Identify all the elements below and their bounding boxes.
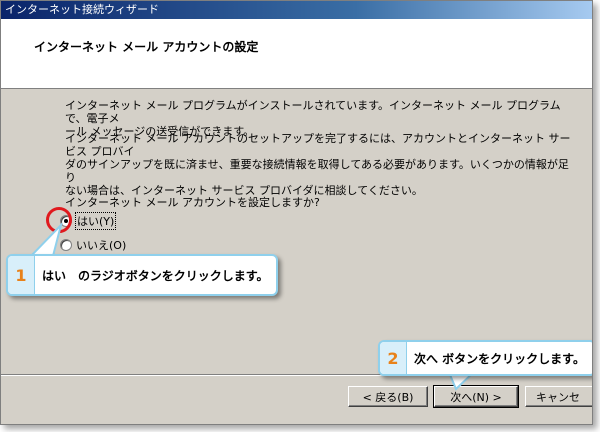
back-button[interactable]: < 戻る(B)	[348, 386, 428, 407]
callout-2-text: 次へ ボタンをクリックします。	[414, 351, 585, 366]
setup-question: インターネット メール アカウントを設定しますか?	[65, 196, 320, 209]
callout-1-number: 1	[8, 256, 35, 294]
setup-line-1: インターネット メール アカウントのセットアップを完了するには、アカウントとイン…	[65, 132, 571, 158]
callout-1-text: はい のラジオボタンをクリックします。	[42, 268, 269, 283]
intro-line-1: インターネット メール プログラムがインストールされています。インターネット メ…	[65, 99, 561, 125]
callout-1-pointer	[28, 223, 63, 257]
callout-2-number: 2	[380, 342, 407, 374]
page-title: インターネット メール アカウントの設定	[34, 40, 259, 54]
radio-yes-label[interactable]: はい(Y)	[74, 212, 117, 230]
window-title: インターネット接続ウィザード	[1, 1, 592, 19]
callout-2: 2 次へ ボタンをクリックします。	[378, 340, 592, 376]
setup-line-2: ダのサインアップを既に済ませ、重要な接続情報を取得してある必要があります。いくつ…	[65, 158, 569, 184]
callout-1: 1 はい のラジオボタンをクリックします。	[6, 254, 278, 296]
radio-no-label[interactable]: いいえ(O)	[76, 237, 126, 253]
wizard-window: インターネット接続ウィザード インターネット メール アカウントの設定 インター…	[0, 0, 593, 425]
setup-paragraph: インターネット メール アカウントのセットアップを完了するには、アカウントとイン…	[65, 132, 575, 197]
wizard-header: インターネット メール アカウントの設定	[1, 19, 592, 89]
cancel-button[interactable]: キャンセ	[525, 386, 592, 407]
